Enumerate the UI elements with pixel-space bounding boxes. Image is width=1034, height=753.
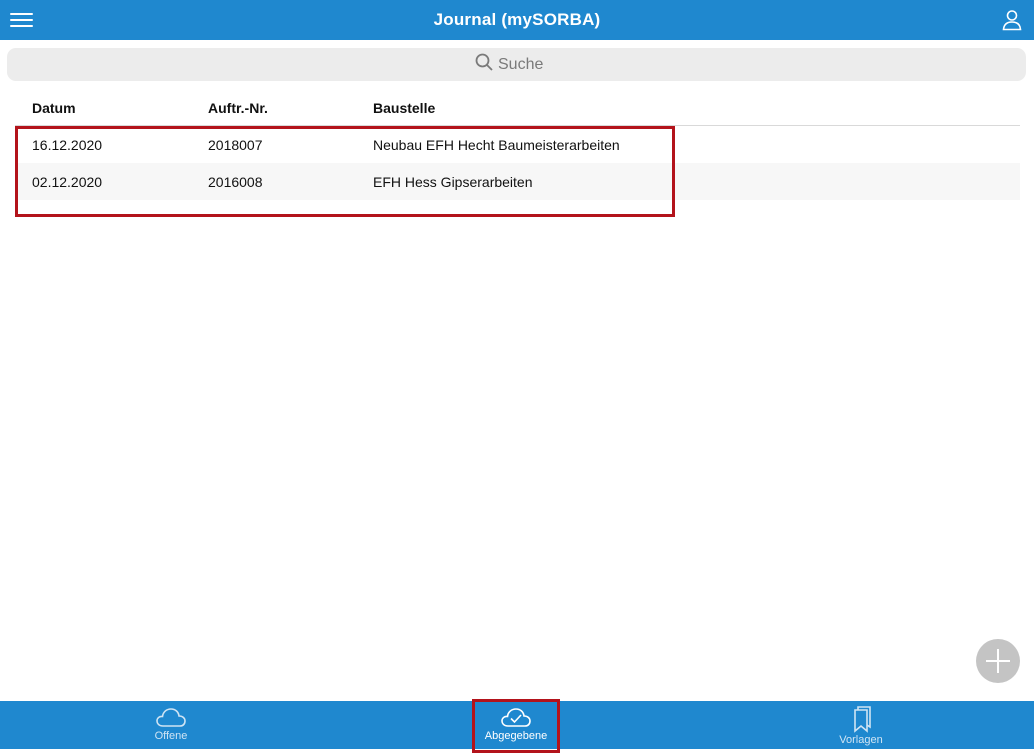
table-row[interactable]: 02.12.2020 2016008 EFH Hess Gipserarbeit… [15, 163, 1020, 200]
column-header-datum: Datum [32, 100, 76, 116]
table-row[interactable]: 16.12.2020 2018007 Neubau EFH Hecht Baum… [15, 126, 1020, 163]
cell-baustelle: Neubau EFH Hecht Baumeisterarbeiten [373, 137, 620, 153]
cloud-check-icon [456, 705, 576, 729]
cell-datum: 02.12.2020 [32, 174, 103, 190]
tab-label: Offene [154, 730, 188, 742]
page-title: Journal (mySORBA) [433, 10, 601, 29]
cell-datum: 16.12.2020 [32, 137, 103, 153]
column-header-baustelle: Baustelle [373, 100, 436, 116]
app-header: Journal (mySORBA) [0, 0, 1034, 40]
tab-bar: Offene Abgegebene Vorlagen [0, 701, 1034, 749]
search-icon [475, 53, 493, 76]
tab-abgegebene[interactable]: Abgegebene [456, 701, 576, 749]
add-button[interactable] [976, 639, 1020, 683]
bookmarks-icon [801, 705, 921, 733]
tab-vorlagen[interactable]: Vorlagen [801, 701, 921, 749]
user-icon[interactable] [1002, 9, 1022, 31]
table-body: 16.12.2020 2018007 Neubau EFH Hecht Baum… [15, 126, 1020, 200]
cell-auftr-nr: 2018007 [208, 137, 263, 153]
tab-offene[interactable]: Offene [111, 701, 231, 749]
search-bar[interactable] [7, 48, 1026, 81]
cell-auftr-nr: 2016008 [208, 174, 263, 190]
cell-baustelle: EFH Hess Gipserarbeiten [373, 174, 533, 190]
journal-table: Datum Auftr.-Nr. Baustelle 16.12.2020 20… [15, 90, 1020, 200]
search-input[interactable] [498, 55, 558, 74]
tab-label: Vorlagen [839, 734, 883, 746]
tab-label: Abgegebene [484, 730, 548, 742]
cloud-icon [111, 705, 231, 729]
column-header-auftr-nr: Auftr.-Nr. [208, 100, 268, 116]
table-header: Datum Auftr.-Nr. Baustelle [15, 90, 1020, 126]
